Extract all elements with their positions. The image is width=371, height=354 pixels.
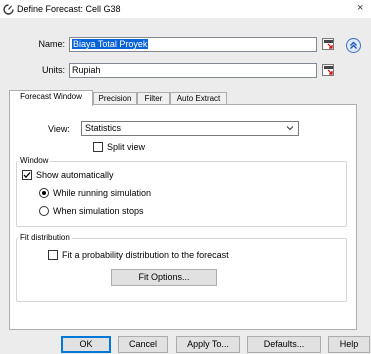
forecast-app-icon <box>3 4 14 15</box>
fit-distribution-title: Fit distribution <box>18 233 72 242</box>
view-label: View: <box>48 124 70 134</box>
fit-distribution-label: Fit a probability distribution to the fo… <box>62 250 229 260</box>
fit-distribution-checkbox[interactable] <box>48 250 58 260</box>
view-select[interactable]: Statistics <box>81 121 299 136</box>
apply-to-button[interactable]: Apply To... <box>176 336 240 353</box>
tab-forecast-window[interactable]: Forecast Window <box>9 90 93 106</box>
ok-button[interactable]: OK <box>61 336 111 353</box>
name-cell-reference-button[interactable] <box>322 38 334 50</box>
cell-reference-icon <box>324 66 333 75</box>
chevron-down-icon <box>286 126 294 131</box>
show-automatically-label: Show automatically <box>36 170 114 180</box>
units-cell-reference-button[interactable] <box>322 64 334 76</box>
view-selected-value: Statistics <box>85 123 122 133</box>
name-label: Name: <box>38 39 65 49</box>
window-group-title: Window <box>18 156 51 165</box>
fit-options-button[interactable]: Fit Options... <box>111 269 217 286</box>
title-bar: Define Forecast: Cell G38 × <box>0 0 371 18</box>
name-input-value: Biaya Total Proyek <box>72 39 149 49</box>
show-automatically-checkbox[interactable] <box>22 170 32 180</box>
checkmark-icon <box>23 172 31 179</box>
when-stops-label: When simulation stops <box>53 206 144 216</box>
units-label: Units: <box>41 65 65 75</box>
cancel-button[interactable]: Cancel <box>118 336 168 353</box>
forecast-window-panel: View: Statistics Split view Window Show … <box>9 104 357 330</box>
defaults-button[interactable]: Defaults... <box>247 336 321 353</box>
cell-reference-icon <box>324 40 333 49</box>
help-button[interactable]: Help <box>328 336 370 353</box>
double-chevron-up-icon <box>350 41 357 49</box>
name-input[interactable]: Biaya Total Proyek <box>69 37 317 52</box>
window-title: Define Forecast: Cell G38 <box>17 4 121 14</box>
close-button[interactable]: × <box>357 1 371 15</box>
while-running-label: While running simulation <box>53 188 152 198</box>
when-stops-radio[interactable] <box>39 206 49 216</box>
units-input[interactable]: Rupiah <box>69 63 317 78</box>
units-input-value: Rupiah <box>72 65 101 75</box>
split-view-label: Split view <box>107 142 146 152</box>
split-view-checkbox[interactable] <box>93 142 103 152</box>
while-running-radio[interactable] <box>39 188 49 198</box>
collapse-dialog-button[interactable] <box>346 38 361 53</box>
radio-selected-dot <box>42 191 46 195</box>
dialog-body: Name: Biaya Total Proyek Units: Rupiah F… <box>0 18 371 354</box>
